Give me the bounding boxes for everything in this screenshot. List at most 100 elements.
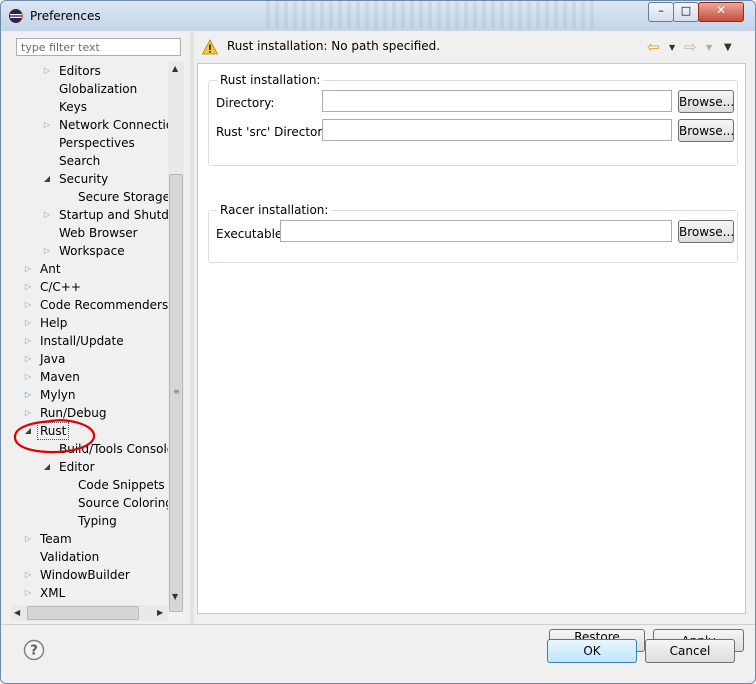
view-menu-icon[interactable]: ▼ — [724, 42, 732, 53]
expand-toggle-icon[interactable]: ▷ — [23, 314, 33, 332]
tree-item[interactable]: ◢ Rust — [11, 422, 168, 440]
expand-toggle-icon[interactable]: ▷ — [42, 116, 52, 134]
grip-icon: ≡ — [173, 387, 180, 396]
tree-item-label: C/C++ — [40, 280, 81, 294]
rust-installation-title: Rust installation: — [217, 72, 324, 88]
tree-item[interactable]: ▷ C/C++ — [11, 278, 168, 296]
expand-toggle-icon[interactable]: ▷ — [42, 62, 52, 80]
tree-item[interactable]: ▷ Install/Update — [11, 332, 168, 350]
close-button[interactable]: ✕ — [698, 2, 744, 22]
scroll-up-icon[interactable]: ▲ — [172, 64, 178, 73]
expand-toggle-icon[interactable]: ▷ — [23, 386, 33, 404]
window-title: Preferences — [30, 9, 101, 23]
expand-toggle-icon[interactable]: ▷ — [42, 242, 52, 260]
tree-item[interactable]: ▷ WindowBuilder — [11, 566, 168, 584]
expand-toggle-icon[interactable]: ▷ — [42, 206, 52, 224]
cancel-button[interactable]: Cancel — [645, 639, 735, 663]
tree-item[interactable]: Globalization — [11, 80, 168, 98]
collapse-toggle-icon[interactable]: ◢ — [42, 458, 52, 476]
tree-item[interactable]: ▷ Help — [11, 314, 168, 332]
minimize-icon: – — [658, 4, 664, 17]
scroll-left-icon[interactable]: ◀ — [14, 608, 20, 617]
tree-item[interactable]: Secure Storage — [11, 188, 168, 206]
background-editor-glimpse — [266, 1, 596, 29]
tree-item-label: Help — [40, 316, 68, 330]
forward-arrow-icon[interactable]: ⇨ — [684, 40, 697, 55]
tree-item[interactable]: ▷ Team — [11, 530, 168, 548]
expand-toggle-icon[interactable]: ▷ — [23, 404, 33, 422]
tree-item[interactable]: ▷ Ant — [11, 260, 168, 278]
tree-item[interactable]: Build/Tools Console — [11, 440, 168, 458]
tree-item[interactable]: Keys — [11, 98, 168, 116]
tree-vertical-scrollbar[interactable]: ▲ ≡ ▼ — [168, 62, 184, 612]
expand-toggle-icon[interactable]: ▷ — [23, 566, 33, 584]
minimize-button[interactable]: – — [648, 2, 674, 22]
maximize-icon: □ — [680, 4, 692, 17]
eclipse-icon — [9, 9, 23, 23]
expand-toggle-icon[interactable]: ▷ — [23, 350, 33, 368]
directory-browse-button[interactable]: Browse... — [678, 90, 734, 113]
maximize-button[interactable]: □ — [673, 2, 699, 22]
filter-input[interactable] — [16, 38, 181, 56]
executable-field[interactable] — [280, 220, 672, 242]
collapse-toggle-icon[interactable]: ◢ — [42, 170, 52, 188]
racer-installation-title: Racer installation: — [217, 202, 332, 218]
collapse-toggle-icon[interactable]: ◢ — [23, 422, 33, 440]
expand-toggle-icon[interactable]: ▷ — [23, 530, 33, 548]
tree-item[interactable]: ▷ Startup and Shutdown — [11, 206, 168, 224]
src-browse-button[interactable]: Browse... — [678, 119, 734, 142]
back-arrow-icon[interactable]: ⇦ — [647, 40, 660, 55]
tree-item-label: Rust — [37, 422, 70, 440]
tree-item-label: Network Connections — [59, 118, 168, 132]
tree-horizontal-scrollbar[interactable]: ◀ ▶ — [11, 605, 168, 621]
help-icon[interactable]: ? — [23, 639, 45, 661]
tree-item-label: Team — [40, 532, 72, 546]
expand-toggle-icon[interactable]: ▷ — [23, 278, 33, 296]
expand-toggle-icon[interactable]: ▷ — [23, 296, 33, 314]
tree-item-label: Mylyn — [40, 388, 76, 402]
tree-item[interactable]: ▷ Java — [11, 350, 168, 368]
src-directory-field[interactable] — [322, 119, 672, 141]
svg-text:?: ? — [30, 644, 38, 659]
tree-item-label: Perspectives — [59, 136, 135, 150]
expand-toggle-icon[interactable]: ▷ — [23, 584, 33, 602]
back-dropdown-icon[interactable]: ▼ — [669, 43, 675, 52]
button-bar-separator — [1, 624, 755, 625]
tree-item-label: Install/Update — [40, 334, 124, 348]
expand-toggle-icon[interactable]: ▷ — [23, 368, 33, 386]
racer-installation-group: Racer installation: Executable: Browse..… — [208, 202, 738, 263]
ok-button[interactable]: OK — [547, 639, 637, 663]
tree-item[interactable]: ▷ XML — [11, 584, 168, 602]
tree-item[interactable]: Web Browser — [11, 224, 168, 242]
tree-item-label: Source Coloring — [78, 496, 168, 510]
tree-item[interactable]: Source Coloring — [11, 494, 168, 512]
directory-field[interactable] — [322, 90, 672, 112]
tree-item[interactable]: ▷ Run/Debug — [11, 404, 168, 422]
scroll-down-icon[interactable]: ▼ — [172, 592, 178, 601]
tree-item[interactable]: ▷ Mylyn — [11, 386, 168, 404]
preference-page-area: Rust installation: No path specified. ⇦ … — [194, 32, 750, 658]
title-bar[interactable]: Preferences – □ ✕ — [1, 1, 755, 31]
tree-item[interactable]: ▷ Code Recommenders — [11, 296, 168, 314]
executable-browse-button[interactable]: Browse... — [678, 220, 734, 243]
tree-item[interactable]: ▷ Maven — [11, 368, 168, 386]
preference-navigation: ▷ Editors Globalization Keys ▷ Network Connec… — [8, 32, 187, 624]
expand-toggle-icon[interactable]: ▷ — [23, 332, 33, 350]
tree-item[interactable]: ◢ Editor — [11, 458, 168, 476]
tree-item[interactable]: ▷ Editors — [11, 62, 168, 80]
vertical-scroll-thumb[interactable]: ≡ — [169, 174, 183, 612]
tree-item[interactable]: Typing — [11, 512, 168, 530]
forward-dropdown-icon[interactable]: ▼ — [706, 43, 712, 52]
tree-item[interactable]: Perspectives — [11, 134, 168, 152]
close-icon: ✕ — [715, 3, 727, 17]
expand-toggle-icon[interactable]: ▷ — [23, 260, 33, 278]
horizontal-scroll-thumb[interactable] — [27, 606, 139, 620]
tree-item[interactable]: ▷ Workspace — [11, 242, 168, 260]
tree-item[interactable]: ◢ Security — [11, 170, 168, 188]
tree-item[interactable]: ▷ Network Connections — [11, 116, 168, 134]
tree-item[interactable]: Code Snippets — [11, 476, 168, 494]
tree-item[interactable]: Validation — [11, 548, 168, 566]
scroll-right-icon[interactable]: ▶ — [157, 608, 163, 617]
rust-preference-page: Rust installation: Directory: Browse... … — [197, 63, 746, 658]
tree-item[interactable]: Search — [11, 152, 168, 170]
